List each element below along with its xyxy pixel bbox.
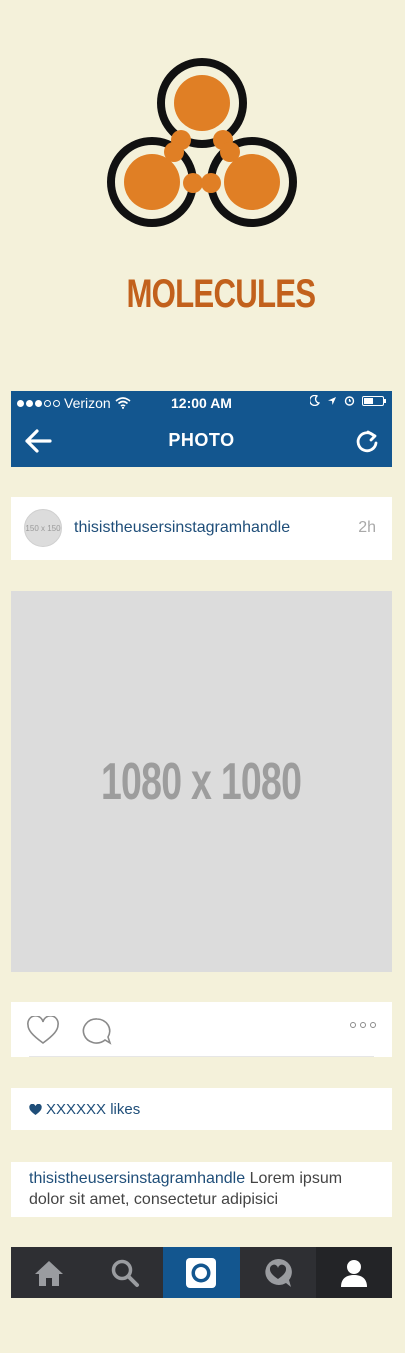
molecules-logo: MOLECULES (105, 50, 316, 330)
tab-bar (11, 1247, 392, 1298)
comment-icon[interactable] (81, 1016, 113, 1046)
location-arrow-icon (328, 396, 336, 405)
alarm-icon (344, 396, 355, 406)
molecules-logo-icon (107, 58, 297, 227)
status-bar: Verizon 12:00 AM (11, 391, 392, 415)
heart-small-icon (29, 1103, 42, 1115)
activity-icon (265, 1258, 292, 1287)
page-title: PHOTO (168, 430, 235, 450)
search-icon (112, 1259, 140, 1287)
refresh-icon[interactable] (354, 428, 380, 454)
moon-icon (310, 395, 320, 406)
profile-icon (340, 1259, 367, 1287)
avatar-placeholder-label: 150 x 150 (25, 523, 61, 533)
username-link[interactable]: thisistheusersinstagramhandle (74, 519, 290, 537)
tab-home[interactable] (11, 1247, 87, 1298)
avatar[interactable]: 150 x 150 (24, 509, 62, 547)
tab-profile[interactable] (315, 1247, 392, 1298)
battery-icon (362, 395, 386, 406)
post-header: 150 x 150 thisistheusersinstagramhandle … (11, 497, 392, 560)
more-options-icon[interactable] (350, 1022, 376, 1028)
tab-camera[interactable] (163, 1247, 240, 1298)
tab-search[interactable] (87, 1247, 163, 1298)
nav-bar: PHOTO (11, 415, 392, 467)
post-time: 2h (358, 519, 376, 536)
camera-icon (186, 1257, 217, 1288)
heart-icon[interactable] (26, 1016, 60, 1046)
post-photo[interactable]: 1080 x 1080 (11, 591, 392, 972)
tab-activity[interactable] (240, 1247, 316, 1298)
likes-row: XXXXXX likes (11, 1088, 392, 1130)
post-caption: thisistheusersinstagramhandle Lorem ipsu… (11, 1162, 392, 1217)
likes-count[interactable]: XXXXXX likes (46, 1101, 140, 1118)
caption-username[interactable]: thisistheusersinstagramhandle (29, 1170, 245, 1187)
logo-text: MOLECULES (126, 272, 316, 316)
divider (29, 1056, 374, 1057)
post-actions (11, 1002, 392, 1057)
photo-placeholder-label: 1080 x 1080 (101, 752, 302, 811)
home-icon (35, 1260, 64, 1286)
